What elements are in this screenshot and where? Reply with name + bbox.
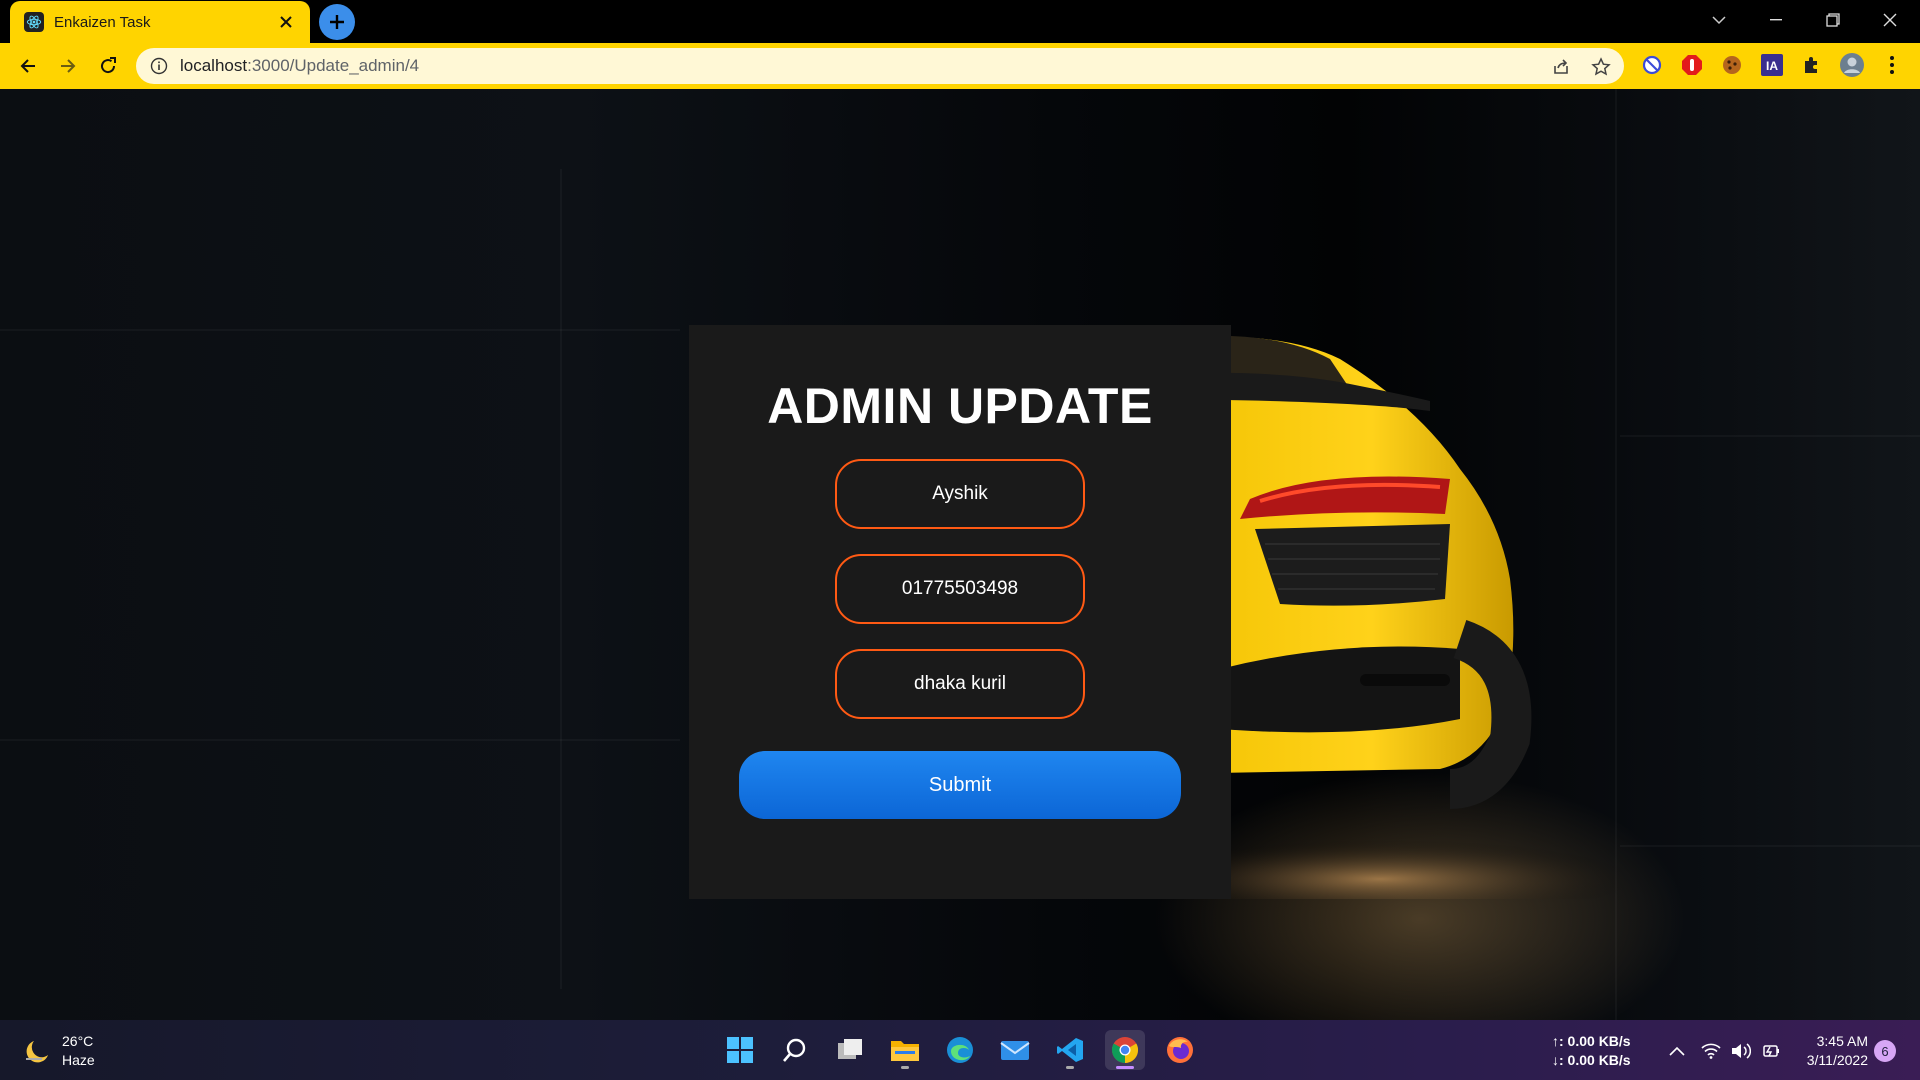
chrome-icon[interactable] — [1105, 1030, 1145, 1070]
browser-tab[interactable]: Enkaizen Task — [10, 1, 310, 43]
tab-title: Enkaizen Task — [54, 13, 151, 31]
admin-update-card: ADMIN UPDATE Submit — [689, 325, 1231, 899]
name-input[interactable] — [835, 459, 1085, 529]
search-icon[interactable] — [775, 1030, 815, 1070]
start-icon[interactable] — [720, 1030, 760, 1070]
minimize-icon[interactable] — [1748, 0, 1804, 40]
menu-kebab-icon[interactable] — [1878, 51, 1906, 79]
address-input[interactable] — [835, 649, 1085, 719]
background-wall — [0, 329, 680, 331]
chevron-up-icon[interactable] — [1666, 1040, 1688, 1062]
submit-button[interactable]: Submit — [739, 751, 1181, 819]
page-title: ADMIN UPDATE — [767, 378, 1153, 434]
site-info-icon[interactable] — [150, 57, 168, 75]
vscode-icon[interactable] — [1050, 1030, 1090, 1070]
ia-extension-icon[interactable]: IA — [1758, 51, 1786, 79]
page-viewport: ADMIN UPDATE Submit — [0, 89, 1920, 1020]
wifi-icon[interactable] — [1700, 1040, 1722, 1062]
battery-icon[interactable] — [1760, 1040, 1782, 1062]
weather-description: Haze — [62, 1052, 95, 1068]
background-wall — [560, 169, 562, 989]
address-bar[interactable]: localhost:3000/Update_admin/4 — [136, 48, 1624, 84]
background-wall — [0, 739, 680, 741]
running-indicator — [1116, 1066, 1134, 1069]
react-icon — [24, 12, 44, 32]
volume-icon[interactable] — [1730, 1040, 1752, 1062]
restore-icon[interactable] — [1805, 0, 1861, 40]
close-tab-icon[interactable] — [276, 12, 296, 32]
running-indicator — [901, 1066, 909, 1069]
network-speed: ↑: 0.00 KB/s ↓: 0.00 KB/s — [1552, 1033, 1631, 1068]
svg-text:IA: IA — [1766, 59, 1778, 73]
close-window-icon[interactable] — [1862, 0, 1918, 40]
edge-icon[interactable] — [940, 1030, 980, 1070]
notification-badge[interactable]: 6 — [1874, 1040, 1896, 1062]
puzzle-extensions-icon[interactable] — [1798, 51, 1826, 79]
weather-widget[interactable]: 26°C Haze — [24, 1032, 95, 1070]
adblock-extension-icon[interactable] — [1678, 51, 1706, 79]
running-indicator — [1066, 1066, 1074, 1069]
cookie-extension-icon[interactable] — [1718, 51, 1746, 79]
system-clock[interactable]: 3:45 AM 3/11/2022 — [1790, 1032, 1868, 1070]
reload-icon[interactable] — [92, 50, 124, 82]
weather-temperature: 26°C — [62, 1033, 94, 1049]
new-tab-button[interactable] — [319, 4, 355, 40]
background-wall — [1620, 435, 1920, 437]
forward-icon[interactable] — [52, 50, 84, 82]
clock-date: 3/11/2022 — [1806, 1052, 1868, 1068]
browser-tab-bar: Enkaizen Task — [0, 0, 1920, 43]
taskbar: 26°C Haze ↑: 0.00 KB/s ↓: 0.00 KB/s 3:45… — [0, 1020, 1920, 1080]
url-text: localhost:3000/Update_admin/4 — [180, 56, 420, 75]
back-icon[interactable] — [12, 50, 44, 82]
file-explorer-icon[interactable] — [885, 1030, 925, 1070]
block-extension-icon[interactable] — [1638, 51, 1666, 79]
mail-icon[interactable] — [995, 1030, 1035, 1070]
background-wall — [1620, 845, 1920, 847]
bookmark-star-icon[interactable] — [1590, 56, 1612, 78]
phone-input[interactable] — [835, 554, 1085, 624]
share-icon[interactable] — [1550, 56, 1572, 78]
task-view-icon[interactable] — [830, 1030, 870, 1070]
profile-avatar-icon[interactable] — [1838, 51, 1866, 79]
firefox-icon[interactable] — [1160, 1030, 1200, 1070]
browser-toolbar: localhost:3000/Update_admin/4 IA — [0, 43, 1920, 89]
tab-search-icon[interactable] — [1691, 0, 1747, 40]
moon-icon — [26, 1041, 48, 1063]
clock-time: 3:45 AM — [1816, 1033, 1868, 1049]
